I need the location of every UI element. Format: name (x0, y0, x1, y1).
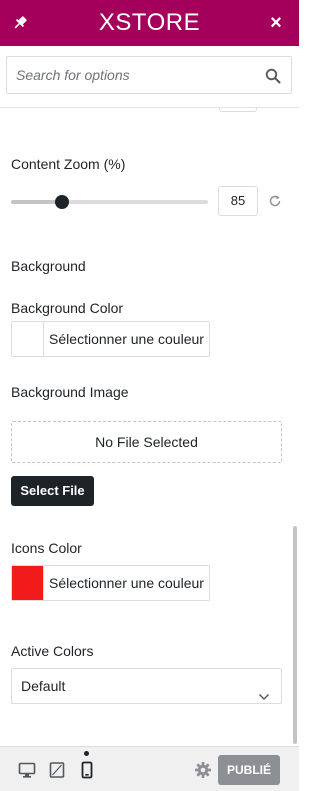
gear-icon[interactable] (194, 761, 212, 779)
content-zoom-value[interactable]: 85 (218, 186, 258, 216)
active-device-indicator (84, 751, 89, 756)
background-color-label: Background Color (11, 300, 124, 316)
background-section-title: Background (11, 258, 86, 274)
icons-color-swatch[interactable] (12, 566, 44, 600)
search-bar (0, 46, 299, 108)
background-image-dropzone[interactable]: No File Selected (11, 421, 282, 463)
desktop-icon[interactable] (18, 761, 36, 779)
mobile-icon[interactable] (78, 761, 96, 779)
previous-number-input[interactable] (219, 108, 257, 112)
select-file-button[interactable]: Select File (11, 476, 94, 506)
options-panel: Content Zoom (%) 85 Background Backgroun… (0, 108, 299, 746)
content-zoom-label: Content Zoom (%) (11, 156, 126, 172)
color-picker-label: Sélectionner une couleur (49, 331, 204, 347)
slider-thumb[interactable] (55, 195, 70, 209)
background-color-picker[interactable]: Sélectionner une couleur (11, 321, 210, 357)
customizer-header: XSTORE × (0, 0, 299, 46)
icons-color-label: Icons Color (11, 540, 82, 556)
active-colors-selected: Default (21, 678, 66, 694)
active-colors-select[interactable]: Default (11, 668, 282, 704)
background-image-label: Background Image (11, 384, 129, 400)
customizer-footer: PUBLIÉ (0, 746, 299, 791)
background-color-swatch[interactable] (12, 322, 44, 356)
close-icon[interactable]: × (267, 12, 285, 34)
active-colors-label: Active Colors (11, 643, 94, 659)
xstore-logo: XSTORE (98, 9, 201, 36)
scrollbar[interactable] (293, 526, 297, 744)
color-picker-label: Sélectionner une couleur (49, 575, 204, 591)
publish-button[interactable]: PUBLIÉ (218, 755, 280, 785)
search-icon[interactable] (265, 68, 281, 84)
tablet-icon[interactable] (48, 761, 66, 779)
icons-color-picker[interactable]: Sélectionner une couleur (11, 565, 210, 601)
reset-icon[interactable] (268, 194, 282, 208)
search-input[interactable] (6, 56, 292, 94)
content-zoom-slider[interactable] (11, 195, 208, 209)
chevron-down-icon (258, 681, 270, 700)
